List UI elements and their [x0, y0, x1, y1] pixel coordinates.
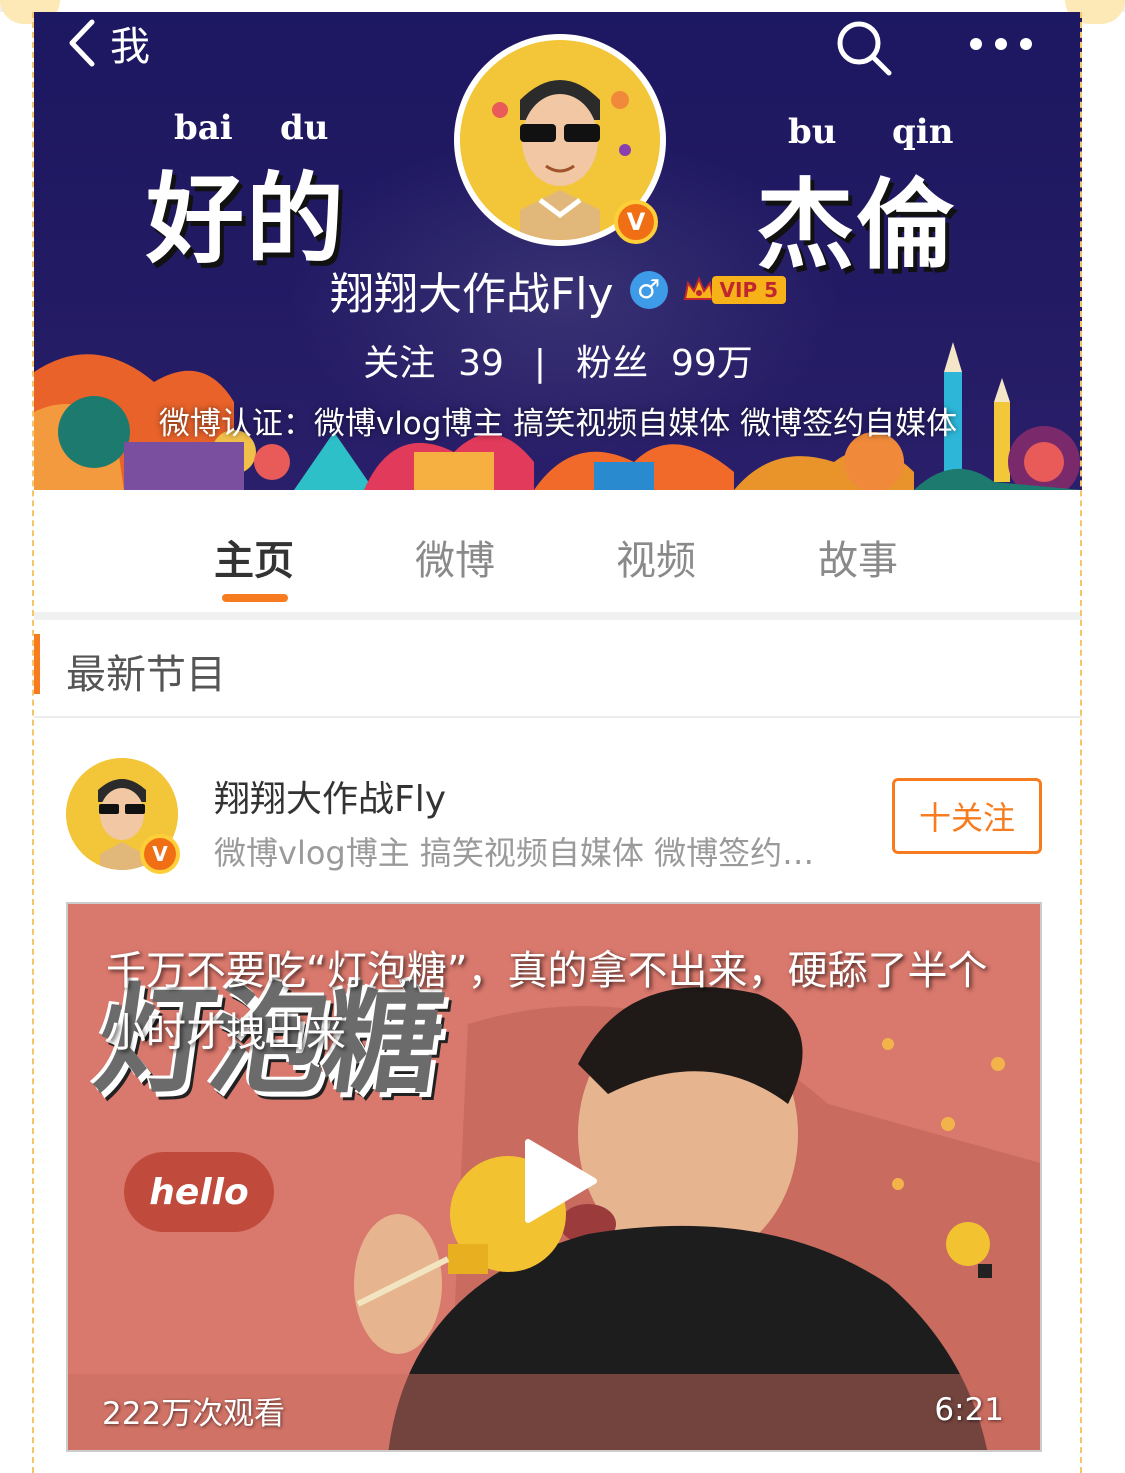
- hello-sticker: hello: [124, 1152, 274, 1232]
- video-duration: 6:21: [934, 1392, 1004, 1428]
- video-view-count: 222万次观看: [102, 1396, 286, 1432]
- video-title: 千万不要吃“灯泡糖”，真的拿不出来，硬舔了半个小时才拽出来: [106, 948, 988, 1056]
- page-border: [32, 12, 1082, 1473]
- top-bar-inner: [34, 0, 1082, 12]
- play-icon[interactable]: [520, 1136, 600, 1226]
